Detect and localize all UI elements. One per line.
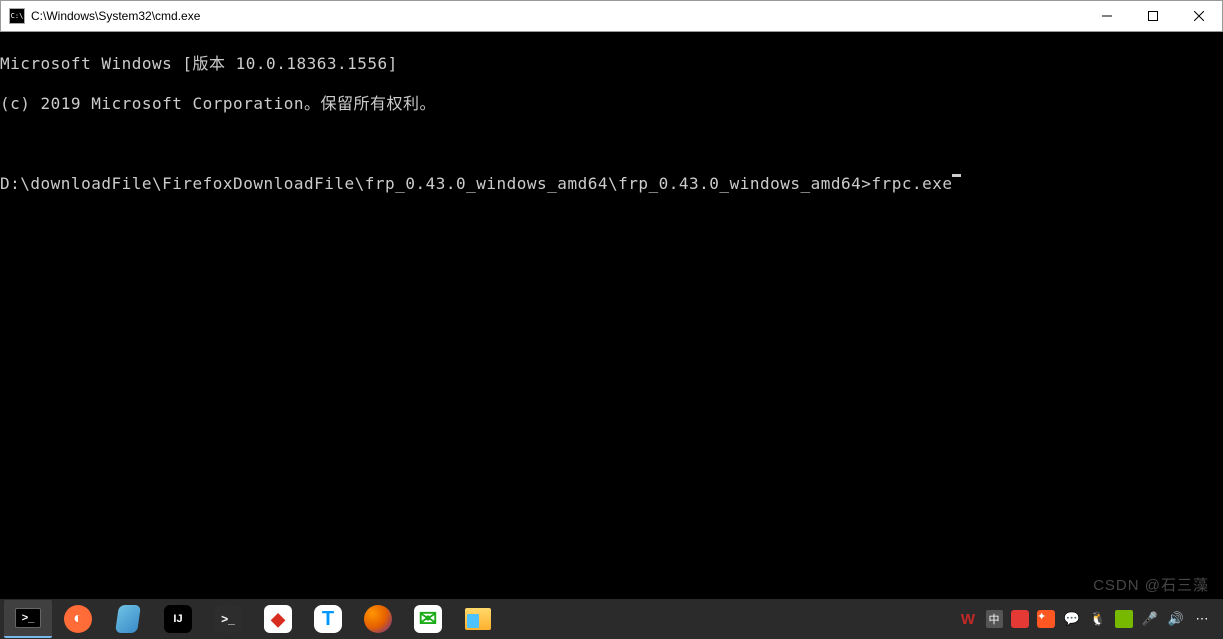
minimize-button[interactable] [1084, 1, 1130, 31]
terminal-blank-line [0, 134, 1223, 154]
watermark-text: CSDN @石三藻 [1093, 574, 1209, 595]
firefox-icon [364, 605, 392, 633]
taskbar-terminal[interactable]: >_ [204, 600, 252, 638]
terminal-prompt: D:\downloadFile\FirefoxDownloadFile\frp_… [0, 174, 871, 194]
tray-app2-icon[interactable]: ✦ [1037, 610, 1055, 628]
tray-speaker-icon[interactable]: 🔊 [1167, 610, 1185, 628]
taskbar-wechat[interactable]: ✉ [404, 600, 452, 638]
tray-nvidia-icon[interactable] [1115, 610, 1133, 628]
window-title: C:\Windows\System32\cmd.exe [31, 9, 1084, 23]
tray-qq-icon[interactable]: 🐧 [1089, 610, 1107, 628]
terminal-output[interactable]: Microsoft Windows [版本 10.0.18363.1556] (… [0, 32, 1223, 592]
tray-wechat-icon[interactable]: 💬 [1063, 610, 1081, 628]
taskbar: >_ ◐ IJ >_ ◆ T ✉ W 中 ✦ 💬 🐧 🎤 🔊 ⋯ [0, 599, 1223, 639]
close-button[interactable] [1176, 1, 1222, 31]
idea-icon: IJ [164, 605, 192, 633]
terminal-command: frpc.exe [871, 174, 952, 194]
taskbar-redis[interactable]: ◆ [254, 600, 302, 638]
taskbar-postman[interactable]: ◐ [54, 600, 102, 638]
postman-icon: ◐ [64, 605, 92, 633]
tray-app1-icon[interactable] [1011, 610, 1029, 628]
wechat-icon: ✉ [414, 605, 442, 633]
terminal-prompt-line: D:\downloadFile\FirefoxDownloadFile\frp_… [0, 174, 1223, 194]
tray-mic-icon[interactable]: 🎤 [1141, 610, 1159, 628]
minimize-icon [1102, 11, 1112, 21]
cmd-icon: >_ [15, 608, 41, 628]
titlebar[interactable]: C:\ C:\Windows\System32\cmd.exe [0, 0, 1223, 32]
terminal-line-copyright: (c) 2019 Microsoft Corporation。保留所有权利。 [0, 94, 1223, 114]
terminal-line-version: Microsoft Windows [版本 10.0.18363.1556] [0, 54, 1223, 74]
terminal-icon: >_ [214, 605, 242, 633]
taskbar-idea[interactable]: IJ [154, 600, 202, 638]
cmd-app-icon: C:\ [9, 8, 25, 24]
todesk-icon: T [314, 605, 342, 633]
notes-icon [115, 605, 141, 633]
taskbar-firefox[interactable] [354, 600, 402, 638]
tray-chevron-icon[interactable]: ⋯ [1193, 610, 1211, 628]
tray-input-icon[interactable]: 中 [985, 610, 1003, 628]
taskbar-todesk[interactable]: T [304, 600, 352, 638]
explorer-icon [465, 608, 491, 630]
taskbar-notes[interactable] [104, 600, 152, 638]
taskbar-explorer[interactable] [454, 600, 502, 638]
terminal-cursor [952, 174, 961, 177]
tray-wps-icon[interactable]: W [959, 610, 977, 628]
taskbar-cmd[interactable]: >_ [4, 600, 52, 638]
system-tray: W 中 ✦ 💬 🐧 🎤 🔊 ⋯ [959, 610, 1219, 628]
window-controls [1084, 1, 1222, 31]
maximize-icon [1148, 11, 1158, 21]
close-icon [1194, 11, 1204, 21]
redis-icon: ◆ [264, 605, 292, 633]
taskbar-left-group: >_ ◐ IJ >_ ◆ T ✉ [4, 600, 502, 638]
maximize-button[interactable] [1130, 1, 1176, 31]
